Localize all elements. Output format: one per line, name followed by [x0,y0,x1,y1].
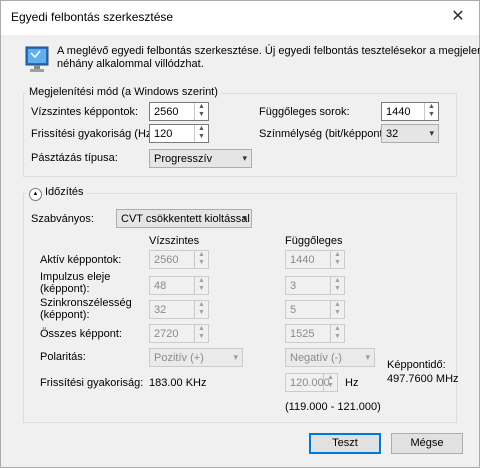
column-header-vertical: Függőleges [285,235,343,247]
timing-row-label: Impulzus eleje [40,271,111,283]
timing-refresh-label: Frissítési gyakoriság: [40,377,144,389]
total-v-value: 1525 [290,328,315,340]
total-h-value: 2720 [154,328,179,340]
standard-value: CVT csökkentett kioltással [121,213,250,225]
h-pixels-spinner[interactable]: 2560 ▲ ▼ [149,102,209,121]
pixel-clock-label: Képpontidő: [387,359,446,371]
window-title: Egyedi felbontás szerkesztése [11,10,174,24]
info-text-line2: néhány alkalommal villódzhat. [57,58,204,70]
timing-refresh-v-spinner: 120.000 ▲ ▼ [285,373,338,392]
spin-down-icon: ▼ [198,309,205,316]
standard-label: Szabványos: [31,213,94,225]
spin-down-icon: ▼ [334,259,341,266]
spin-down-icon: ▼ [198,285,205,292]
spin-down-icon[interactable]: ▼ [195,133,208,141]
spin-down-icon: ▼ [327,382,334,389]
polarity-v-select: Negatív (-) ▾ [285,348,375,367]
timing-row-label: Aktív képpontok: [40,254,122,266]
spin-down-icon[interactable]: ▼ [195,111,208,119]
sync-width-v-spinner: 5 ▲ ▼ [285,300,345,319]
front-porch-h-spinner: 48 ▲ ▼ [149,276,209,295]
pixel-clock-value: 497.7600 MHz [387,373,459,385]
timing-refresh-unit: Hz [345,377,359,389]
info-text-line1: A meglévő egyedi felbontás szerkesztése.… [57,45,480,57]
active-h-value: 2560 [154,254,179,266]
timing-row-label-sub: (képpont): [40,309,90,321]
spin-up-icon: ▲ [334,277,341,284]
scan-type-select[interactable]: Progresszív ▾ [149,149,252,168]
scan-type-label: Pásztázás típusa: [31,152,118,164]
timing-legend[interactable]: ▲ Időzítés [26,186,87,201]
refresh-rate-value: 120 [154,128,173,140]
spin-up-icon: ▲ [334,301,341,308]
chevron-down-icon: ▾ [365,352,370,362]
polarity-h-value: Pozitív (+) [154,352,204,364]
spin-down-icon[interactable]: ▼ [425,111,438,119]
front-porch-h-value: 48 [154,280,167,292]
spin-up-icon: ▲ [198,325,205,332]
standard-select[interactable]: CVT csökkentett kioltással ▾ [116,209,252,228]
timing-row-label-sub: (képpont): [40,283,90,295]
monitor-icon [25,45,49,75]
timing-legend-label: Időzítés [45,186,84,198]
spin-up-icon[interactable]: ▲ [425,103,438,111]
timing-row-label: Összes képpont: [40,328,122,340]
timing-refresh-range: (119.000 - 121.000) [285,401,381,413]
color-depth-value: 32 [386,128,399,140]
v-lines-spinner[interactable]: 1440 ▲ ▼ [381,102,439,121]
spin-up-icon: ▲ [327,374,334,381]
test-button[interactable]: Teszt [309,433,381,454]
spin-up-icon: ▲ [198,301,205,308]
polarity-v-value: Negatív (-) [290,352,342,364]
spin-up-icon: ▲ [334,251,341,258]
spin-down-icon: ▼ [198,333,205,340]
display-mode-legend: Megjelenítési mód (a Windows szerint) [26,86,221,98]
dialog-window: Egyedi felbontás szerkesztése ✕ A meglév… [0,0,480,468]
v-lines-label: Függőleges sorok: [259,106,350,118]
spin-down-icon: ▼ [334,333,341,340]
front-porch-v-spinner: 3 ▲ ▼ [285,276,345,295]
total-v-spinner: 1525 ▲ ▼ [285,324,345,343]
active-v-value: 1440 [290,254,315,266]
polarity-h-select: Pozitív (+) ▾ [149,348,243,367]
v-lines-value: 1440 [386,106,411,118]
spin-up-icon[interactable]: ▲ [195,125,208,133]
sync-width-h-value: 32 [154,304,167,316]
h-pixels-value: 2560 [154,106,179,118]
chevron-down-icon: ▾ [233,352,238,362]
front-porch-v-value: 3 [290,280,297,292]
spin-down-icon: ▼ [334,285,341,292]
sync-width-h-spinner: 32 ▲ ▼ [149,300,209,319]
timing-refresh-h-value: 183.00 KHz [149,377,207,389]
refresh-rate-spinner[interactable]: 120 ▲ ▼ [149,124,209,143]
spin-up-icon: ▲ [334,325,341,332]
timing-row-label: Szinkronszélesség [40,297,132,309]
color-depth-select[interactable]: 32 ▾ [381,124,439,143]
active-h-spinner: 2560 ▲ ▼ [149,250,209,269]
h-pixels-label: Vízszintes képpontok: [31,106,139,118]
close-icon[interactable]: ✕ [448,7,468,27]
active-v-spinner: 1440 ▲ ▼ [285,250,345,269]
chevron-down-icon: ▾ [242,153,247,163]
spin-up-icon[interactable]: ▲ [195,103,208,111]
title-bar: Egyedi felbontás szerkesztése ✕ [1,1,479,35]
color-depth-label: Színmélység (bit/képpont): [259,128,390,140]
spin-down-icon: ▼ [334,309,341,316]
scan-type-value: Progresszív [154,153,213,165]
sync-width-v-value: 5 [290,304,297,316]
polarity-label: Polaritás: [40,351,86,363]
column-header-horizontal: Vízszintes [149,235,200,247]
chevron-down-icon: ▾ [429,128,434,138]
total-h-spinner: 2720 ▲ ▼ [149,324,209,343]
chevron-down-icon: ▾ [242,213,247,223]
spin-up-icon: ▲ [198,251,205,258]
cancel-button[interactable]: Mégse [391,433,463,454]
collapse-icon[interactable]: ▲ [29,188,42,201]
spin-down-icon: ▼ [198,259,205,266]
refresh-rate-label: Frissítési gyakoriság (Hz): [31,128,159,140]
spin-up-icon: ▲ [198,277,205,284]
